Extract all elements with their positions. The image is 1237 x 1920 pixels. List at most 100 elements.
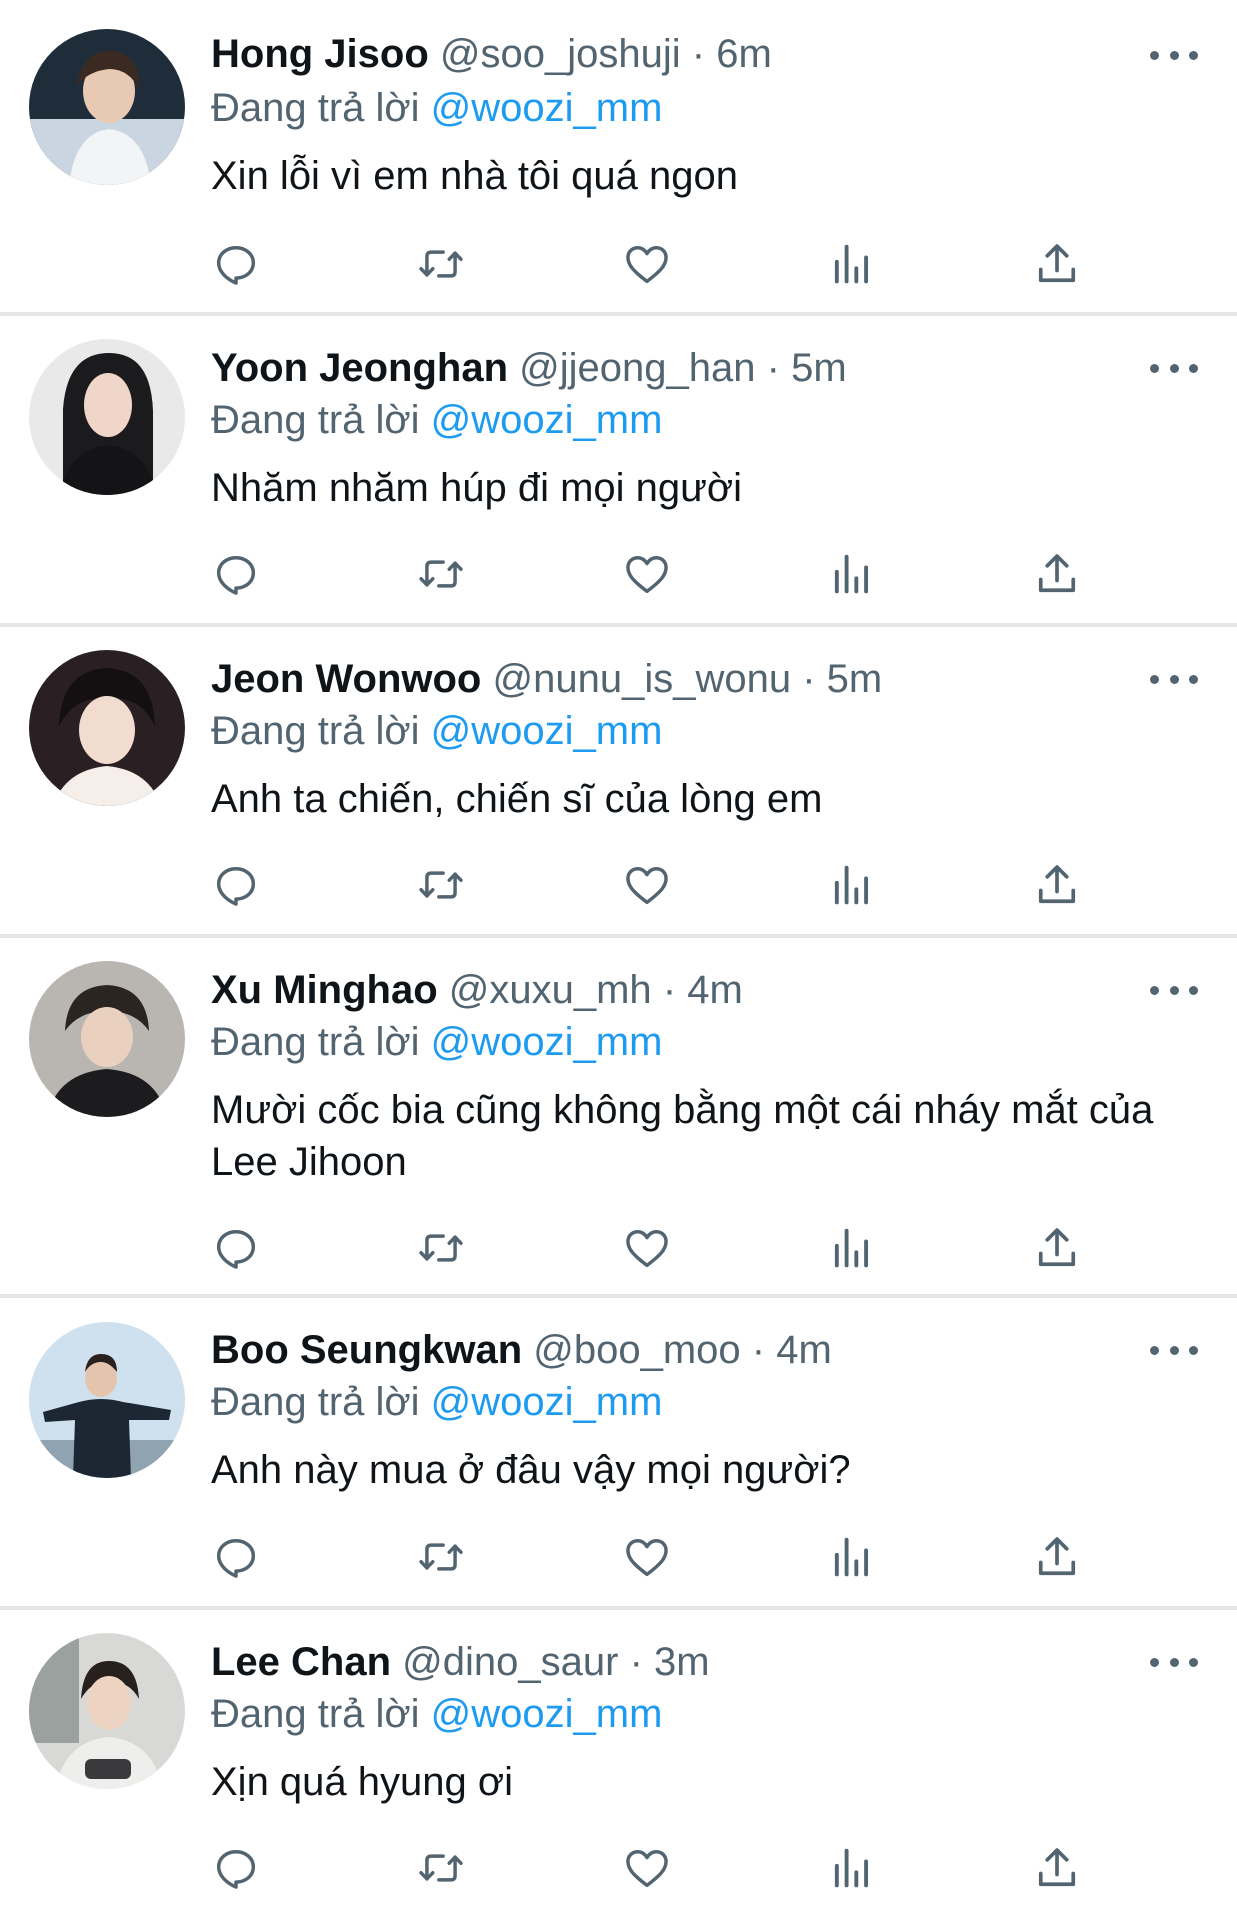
share-button[interactable] xyxy=(1029,546,1085,602)
avatar[interactable] xyxy=(29,961,185,1117)
timestamp[interactable]: 5m xyxy=(791,346,847,390)
share-button[interactable] xyxy=(1029,1529,1085,1585)
user-handle[interactable]: @dino_saur xyxy=(402,1640,618,1684)
timestamp[interactable]: 6m xyxy=(716,32,772,76)
retweet-button[interactable] xyxy=(413,1840,469,1896)
like-icon xyxy=(626,1850,668,1888)
action-bar xyxy=(0,857,1237,913)
views-button[interactable] xyxy=(824,857,880,913)
more-options-icon[interactable] xyxy=(1150,669,1198,689)
action-bar xyxy=(0,546,1237,602)
mention-link[interactable]: @woozi_mm xyxy=(431,1020,663,1064)
timestamp[interactable]: 3m xyxy=(654,1640,710,1684)
like-button[interactable] xyxy=(619,857,675,913)
reply-button[interactable] xyxy=(208,1220,264,1276)
user-handle[interactable]: @nunu_is_wonu xyxy=(492,657,791,701)
like-button[interactable] xyxy=(619,236,675,292)
mention-link[interactable]: @woozi_mm xyxy=(431,1692,663,1736)
reply-button[interactable] xyxy=(208,236,264,292)
user-handle[interactable]: @jjeong_han xyxy=(519,346,755,390)
views-button[interactable] xyxy=(824,546,880,602)
tweet-header: Boo Seungkwan @boo_moo · 4m xyxy=(211,1326,832,1374)
tweet-2[interactable]: Yoon Jeonghan @jjeong_han · 5m Đang trả … xyxy=(0,316,1237,625)
more-options-icon[interactable] xyxy=(1150,1652,1198,1672)
replying-to: Đang trả lời @woozi_mm xyxy=(211,396,662,444)
avatar[interactable] xyxy=(29,1322,185,1478)
tweet-header: Yoon Jeonghan @jjeong_han · 5m xyxy=(211,344,847,392)
tweet-header: Hong Jisoo @soo_joshuji · 6m xyxy=(211,30,772,78)
retweet-icon xyxy=(419,1854,463,1882)
reply-button[interactable] xyxy=(208,1840,264,1896)
mention-link[interactable]: @woozi_mm xyxy=(431,1380,663,1424)
tweet-4[interactable]: Xu Minghao @xuxu_mh · 4m Đang trả lời @w… xyxy=(0,938,1237,1296)
share-button[interactable] xyxy=(1029,857,1085,913)
share-button[interactable] xyxy=(1029,1840,1085,1896)
retweet-icon xyxy=(419,250,463,278)
user-handle[interactable]: @boo_moo xyxy=(533,1328,740,1372)
user-handle[interactable]: @xuxu_mh xyxy=(449,968,652,1012)
replying-to: Đang trả lời @woozi_mm xyxy=(211,1018,662,1066)
tweet-3[interactable]: Jeon Wonwoo @nunu_is_wonu · 5m Đang trả … xyxy=(0,627,1237,936)
views-icon xyxy=(834,244,869,284)
retweet-button[interactable] xyxy=(413,857,469,913)
tweet-header: Jeon Wonwoo @nunu_is_wonu · 5m xyxy=(211,655,882,703)
reply-icon xyxy=(216,1850,256,1889)
display-name[interactable]: Jeon Wonwoo xyxy=(211,657,481,701)
tweet-header: Lee Chan @dino_saur · 3m xyxy=(211,1638,710,1686)
tweet-text: Nhăm nhăm húp đi mọi người xyxy=(211,466,743,510)
more-options-icon[interactable] xyxy=(1150,980,1198,1000)
tweet-1[interactable]: Hong Jisoo @soo_joshuji · 6m Đang trả lờ… xyxy=(0,0,1237,314)
retweet-button[interactable] xyxy=(413,1529,469,1585)
avatar[interactable] xyxy=(29,1633,185,1789)
reply-button[interactable] xyxy=(208,546,264,602)
more-options-icon[interactable] xyxy=(1150,45,1198,65)
tweet-5[interactable]: Boo Seungkwan @boo_moo · 4m Đang trả lời… xyxy=(0,1298,1237,1609)
views-button[interactable] xyxy=(824,1220,880,1276)
display-name[interactable]: Lee Chan xyxy=(211,1640,391,1684)
tweet-text: Anh này mua ở đâu vậy mọi người? xyxy=(211,1448,851,1492)
like-button[interactable] xyxy=(619,1529,675,1585)
display-name[interactable]: Xu Minghao xyxy=(211,968,438,1012)
more-options-icon[interactable] xyxy=(1150,358,1198,378)
action-bar xyxy=(0,1840,1237,1896)
timestamp[interactable]: 4m xyxy=(776,1328,832,1372)
display-name[interactable]: Yoon Jeonghan xyxy=(211,346,508,390)
reply-icon xyxy=(216,556,256,595)
retweet-button[interactable] xyxy=(413,236,469,292)
avatar[interactable] xyxy=(29,650,185,806)
like-button[interactable] xyxy=(619,1840,675,1896)
avatar[interactable] xyxy=(29,29,185,185)
mention-link[interactable]: @woozi_mm xyxy=(431,86,663,130)
like-button[interactable] xyxy=(619,546,675,602)
user-handle[interactable]: @soo_joshuji xyxy=(440,32,681,76)
action-bar xyxy=(0,236,1237,292)
timestamp[interactable]: 5m xyxy=(827,657,883,701)
display-name[interactable]: Hong Jisoo xyxy=(211,32,429,76)
share-icon xyxy=(1038,1537,1076,1576)
timestamp[interactable]: 4m xyxy=(687,968,743,1012)
replying-to-label: Đang trả lời xyxy=(211,1692,420,1736)
views-button[interactable] xyxy=(824,1529,880,1585)
retweet-button[interactable] xyxy=(413,1220,469,1276)
separator-dot: · xyxy=(766,346,780,390)
replying-to-label: Đang trả lời xyxy=(211,398,420,442)
display-name[interactable]: Boo Seungkwan xyxy=(211,1328,522,1372)
tweet-6[interactable]: Lee Chan @dino_saur · 3m Đang trả lời @w… xyxy=(0,1610,1237,1920)
views-button[interactable] xyxy=(824,236,880,292)
replying-to-label: Đang trả lời xyxy=(211,1380,420,1424)
reply-button[interactable] xyxy=(208,1529,264,1585)
retweet-icon xyxy=(419,871,463,899)
retweet-button[interactable] xyxy=(413,546,469,602)
separator-dot: · xyxy=(629,1640,643,1684)
reply-button[interactable] xyxy=(208,857,264,913)
like-icon xyxy=(626,556,668,594)
separator-dot: · xyxy=(751,1328,766,1372)
like-button[interactable] xyxy=(619,1220,675,1276)
mention-link[interactable]: @woozi_mm xyxy=(431,398,663,442)
mention-link[interactable]: @woozi_mm xyxy=(431,709,663,753)
avatar[interactable] xyxy=(29,339,185,495)
views-button[interactable] xyxy=(824,1840,880,1896)
share-button[interactable] xyxy=(1029,1220,1085,1276)
share-button[interactable] xyxy=(1029,236,1085,292)
more-options-icon[interactable] xyxy=(1150,1340,1198,1360)
